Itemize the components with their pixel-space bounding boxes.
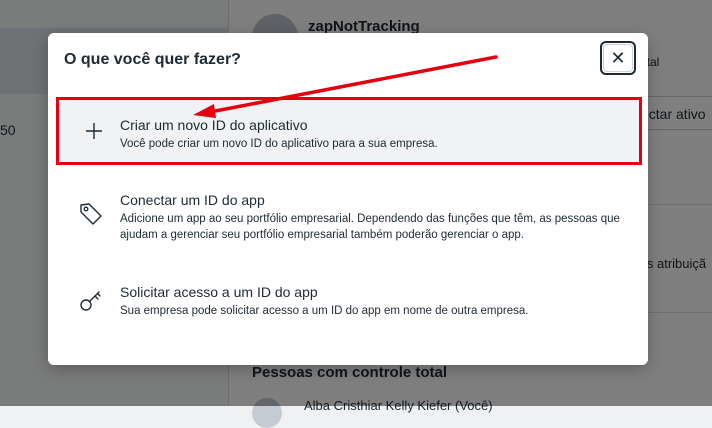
option-title: Conectar um ID do app [120,192,265,208]
option-title: Criar um novo ID do aplicativo [120,117,308,133]
close-button[interactable]: ✕ [600,41,636,75]
option-title: Solicitar acesso a um ID do app [120,284,318,300]
key-icon [78,287,104,313]
choose-action-dialog: O que você quer fazer? ✕ Criar um novo I… [48,33,648,365]
close-icon: ✕ [603,44,633,72]
option-request-access[interactable]: Solicitar acesso a um ID do app Sua empr… [56,273,642,333]
option-description: Sua empresa pode solicitar acesso a um I… [120,305,529,317]
option-description: Adicione um app ao seu portfólio empresa… [120,213,620,241]
option-description: Você pode criar um novo ID do aplicativo… [120,138,438,150]
tag-icon [78,201,104,227]
option-connect-app-id[interactable]: Conectar um ID do app Adicione um app ao… [56,181,642,257]
plus-icon [81,118,107,144]
option-create-app-id[interactable]: Criar um novo ID do aplicativo Você pode… [56,97,642,165]
dialog-title: O que você quer fazer? [64,51,241,68]
